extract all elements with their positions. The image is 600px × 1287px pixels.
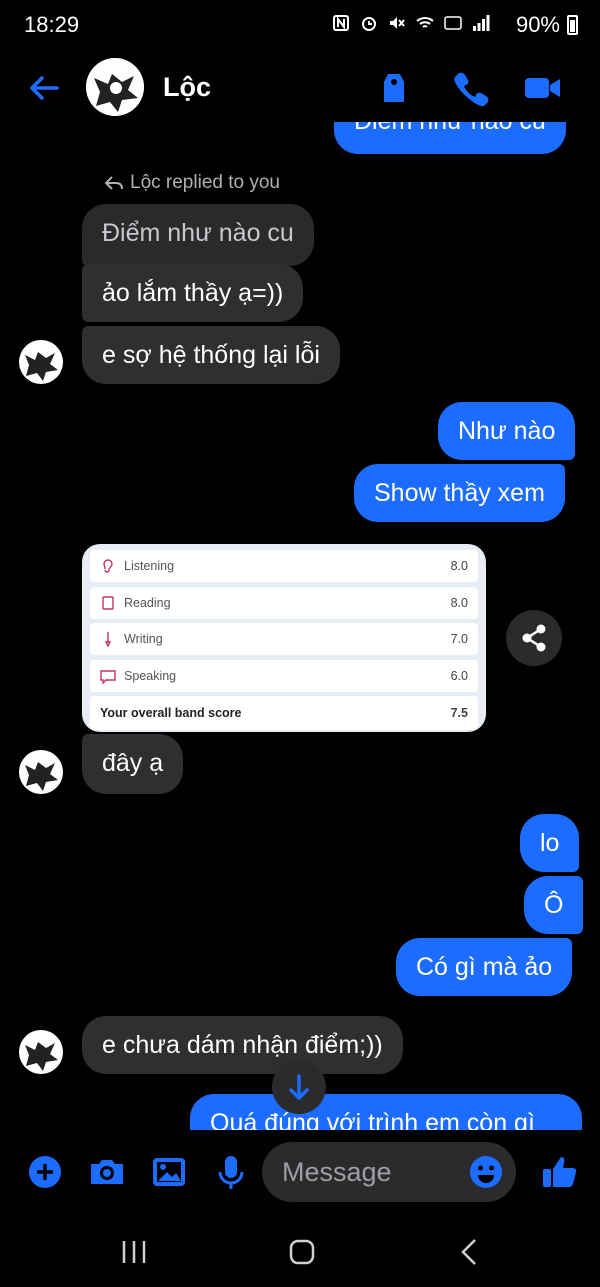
android-nav-bar [0,1216,600,1287]
avatar-image [86,58,144,116]
message-input[interactable] [282,1152,462,1192]
home-icon[interactable] [284,1234,320,1270]
scroll-to-bottom-button[interactable] [272,1060,326,1114]
reply-note: Lộc replied to you [104,172,280,194]
recent-apps-icon[interactable] [116,1234,152,1270]
status-time: 18:29 [24,12,80,37]
score-screenshot[interactable]: Listening 8.0 Reading 8.0 Writing 7.0 Sp… [82,544,486,732]
sender-avatar[interactable] [19,1030,63,1074]
wifi-icon [416,17,434,28]
ear-icon [103,559,113,573]
message-incoming[interactable]: e chưa dám nhận điểm;)) [82,1016,403,1074]
volte-icon [444,16,462,30]
video-call-icon[interactable] [522,68,562,108]
message-incoming[interactable]: ảo lắm thầy ạ=)) [82,264,304,322]
battery-icon [567,15,578,35]
microphone-icon[interactable] [211,1152,251,1192]
share-icon [522,624,546,652]
message-incoming[interactable]: đây ạ [82,734,184,794]
reply-icon [104,176,123,190]
status-icons [332,14,490,32]
message-outgoing[interactable]: Điểm như nào cu [334,122,566,154]
quoted-message[interactable]: Điểm như nào cu [82,204,314,266]
score-row-overall: Your overall band score 7.5 [90,696,478,730]
battery-level: 90% [515,12,560,37]
tag-icon[interactable] [374,68,414,108]
avatar-image [25,1042,58,1071]
thumbs-up-icon[interactable] [540,1152,580,1192]
composer-bar [0,1130,600,1216]
message-incoming[interactable]: e sợ hệ thống lại lỗi [82,326,340,384]
score-row-speaking: Speaking 6.0 [90,659,478,692]
message-outgoing[interactable]: Show thầy xem [354,464,565,522]
back-nav-icon[interactable] [452,1234,488,1270]
mute-icon [390,17,405,29]
message-outgoing[interactable]: Có gì mà ảo [396,938,573,996]
emoji-icon[interactable] [468,1154,504,1190]
score-row-writing: Writing 7.0 [90,623,478,655]
chat-header: Lộc [0,52,600,122]
alarm-icon [362,17,376,31]
message-outgoing[interactable]: Như nào [438,402,576,460]
nfc-icon [333,15,349,31]
speech-bubble-icon [100,669,116,684]
message-outgoing[interactable]: Quá đúng với trình em còn gì [190,1094,582,1130]
message-list[interactable]: Điểm như nào cu Lộc replied to you Điểm … [0,122,600,1130]
plus-icon[interactable] [25,1152,65,1192]
message-input-wrapper[interactable] [262,1142,516,1202]
arrow-down-icon [289,1074,309,1100]
status-bar: 18:29 90% [0,0,600,52]
sender-avatar[interactable] [19,340,63,384]
phone-call-icon[interactable] [450,68,490,108]
score-row-listening: Listening 8.0 [90,550,478,582]
contact-name[interactable]: Lộc [163,72,211,103]
avatar-image [25,352,58,381]
avatar-image [25,762,58,791]
share-button[interactable] [506,610,562,666]
message-outgoing[interactable]: Ô [524,876,584,934]
pen-icon [104,632,112,647]
gallery-icon[interactable] [149,1152,189,1192]
contact-avatar[interactable] [86,58,144,116]
sender-avatar[interactable] [19,750,63,794]
score-row-reading: Reading 8.0 [90,586,478,619]
book-icon [102,595,114,610]
signal-icon [473,15,490,31]
back-arrow-icon[interactable] [26,70,62,106]
camera-icon[interactable] [87,1152,127,1192]
message-outgoing[interactable]: lo [520,814,580,872]
